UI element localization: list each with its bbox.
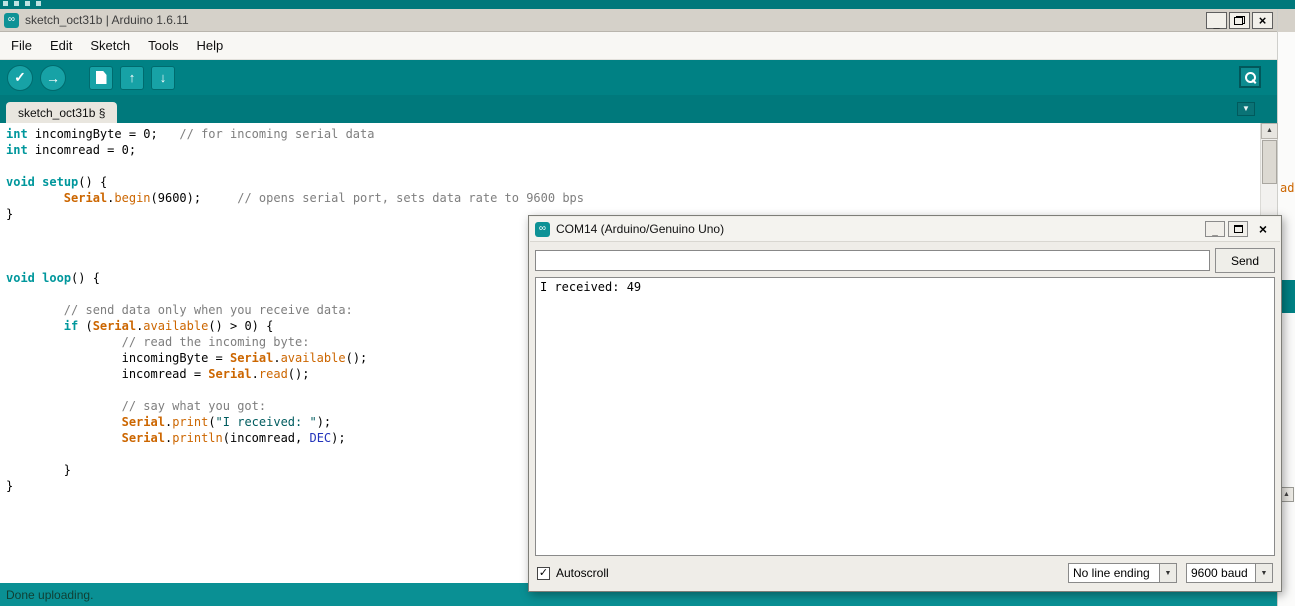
scroll-thumb[interactable] [1262, 140, 1277, 184]
background-mini-icon [36, 1, 41, 6]
document-icon [95, 71, 107, 84]
tab-dropdown-button[interactable]: ▼ [1237, 102, 1255, 116]
background-code-fragment: ad [1280, 181, 1295, 195]
arrow-down-icon: ↓ [159, 70, 167, 85]
arrow-up-icon: ↑ [128, 70, 136, 85]
menubar: File Edit Sketch Tools Help [0, 32, 1277, 60]
baud-value: 9600 baud [1186, 563, 1256, 583]
send-button[interactable]: Send [1215, 248, 1275, 273]
open-button[interactable]: ↑ [120, 65, 144, 90]
sm-minimize-button[interactable]: _ [1205, 221, 1225, 237]
titlebar: ∞ sketch_oct31b | Arduino 1.6.11 _ × [0, 9, 1277, 32]
close-icon: × [1258, 12, 1267, 28]
background-mini-icon [14, 1, 19, 6]
sm-maximize-button[interactable] [1228, 221, 1248, 237]
maximize-icon [1233, 225, 1243, 233]
new-sketch-button[interactable] [89, 65, 113, 90]
magnifier-icon [1244, 71, 1256, 83]
serial-monitor-bottombar: ✓ Autoscroll No line ending ▼ 9600 baud … [537, 563, 1273, 583]
chevron-down-icon[interactable]: ▼ [1256, 563, 1273, 583]
arduino-logo-icon: ∞ [4, 12, 19, 28]
background-titlebar-fragment [1278, 9, 1295, 32]
tabbar: sketch_oct31b § ▼ [0, 95, 1277, 123]
serial-input-row: Send [535, 248, 1275, 273]
baud-select[interactable]: 9600 baud ▼ [1186, 563, 1273, 583]
serial-monitor-window: ∞ COM14 (Arduino/Genuino Uno) _ × Send I… [528, 215, 1282, 592]
verify-button[interactable]: ✓ [7, 64, 33, 91]
serial-output[interactable]: I received: 49 [535, 277, 1275, 556]
window-controls: _ × [1206, 11, 1273, 30]
menu-item-file[interactable]: File [2, 33, 41, 58]
tab-sketch-oct31b[interactable]: sketch_oct31b § [6, 102, 118, 123]
background-mini-icon [25, 1, 30, 6]
screen: ad ▲ ∞ sketch_oct31b | Arduino 1.6.11 _ … [0, 0, 1295, 606]
check-icon: ✓ [14, 69, 26, 85]
menu-item-tools[interactable]: Tools [139, 33, 187, 58]
save-button[interactable]: ↓ [151, 65, 175, 90]
sm-close-button[interactable]: × [1251, 220, 1275, 238]
menu-item-help[interactable]: Help [187, 33, 232, 58]
restore-button[interactable] [1229, 11, 1250, 29]
upload-button[interactable]: → [40, 64, 66, 91]
line-ending-value: No line ending [1068, 563, 1160, 583]
menu-item-edit[interactable]: Edit [41, 33, 81, 58]
close-button[interactable]: × [1252, 11, 1273, 29]
restore-icon [1234, 15, 1245, 25]
serial-input[interactable] [535, 250, 1210, 271]
chevron-down-icon: ▼ [1242, 104, 1250, 113]
minimize-icon: _ [1213, 17, 1220, 30]
minimize-button[interactable]: _ [1206, 11, 1227, 30]
autoscroll-checkbox[interactable]: ✓ [537, 566, 550, 580]
arduino-logo-icon: ∞ [535, 221, 550, 237]
serial-monitor-button[interactable] [1239, 66, 1261, 88]
background-mini-icon [3, 1, 8, 6]
close-icon: × [1258, 221, 1268, 237]
serial-monitor-controls: _ × [1205, 220, 1275, 238]
line-ending-select[interactable]: No line ending ▼ [1068, 563, 1177, 583]
menu-item-sketch[interactable]: Sketch [81, 33, 139, 58]
arrow-right-icon: → [46, 69, 60, 86]
minimize-icon: _ [1212, 226, 1218, 237]
serial-monitor-title: COM14 (Arduino/Genuino Uno) [556, 222, 725, 236]
toolbar: ✓ → ↑ ↓ [0, 60, 1277, 95]
window-title: sketch_oct31b | Arduino 1.6.11 [25, 13, 189, 27]
scroll-up-button[interactable]: ▲ [1261, 123, 1278, 139]
checkmark-icon: ✓ [538, 566, 549, 579]
chevron-down-icon[interactable]: ▼ [1160, 563, 1177, 583]
autoscroll-label: Autoscroll [556, 566, 609, 580]
status-message: Done uploading. [6, 587, 94, 602]
background-top-strip [0, 0, 1295, 9]
serial-monitor-titlebar: ∞ COM14 (Arduino/Genuino Uno) _ × [530, 217, 1280, 242]
